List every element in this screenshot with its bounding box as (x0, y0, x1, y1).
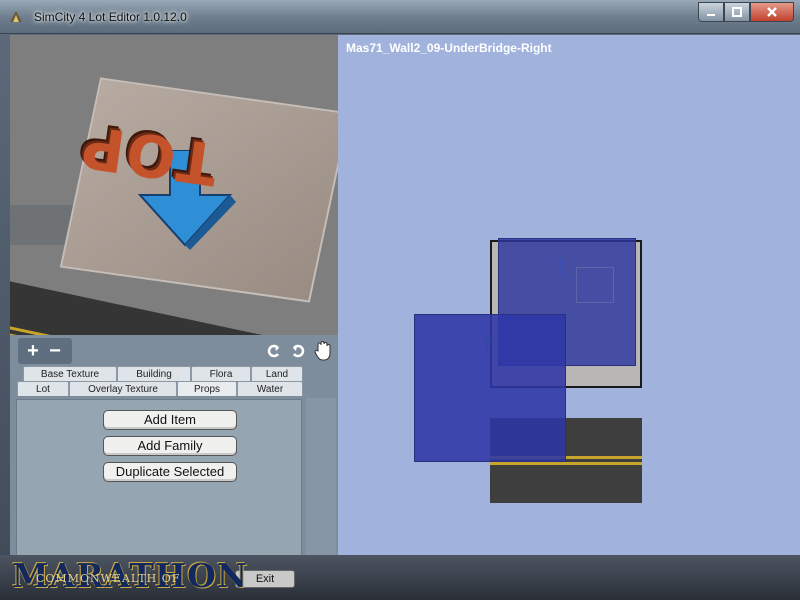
selected-prop-name: Mas71_Wall2_09-UnderBridge-Right (346, 41, 552, 55)
hand-icon[interactable] (314, 341, 332, 361)
title-bar[interactable]: SimCity 4 Lot Editor 1.0.12.0 (0, 0, 800, 34)
tab-overlay-texture[interactable]: Overlay Texture (69, 381, 177, 396)
window-title: SimCity 4 Lot Editor 1.0.12.0 (34, 10, 187, 24)
tab-building[interactable]: Building (117, 366, 191, 381)
prop-orientation-arrow-icon: ↑ (480, 327, 495, 360)
tab-land[interactable]: Land (251, 366, 303, 381)
tab-water[interactable]: Water (237, 381, 303, 396)
tab-lot[interactable]: Lot (17, 381, 69, 396)
minimize-icon[interactable] (698, 2, 724, 22)
panel-side-strip (306, 398, 336, 566)
lot-3d-preview[interactable]: TOP (10, 35, 338, 335)
zoom-out-button[interactable]: − (44, 340, 66, 362)
maximize-icon[interactable] (724, 2, 750, 22)
zoom-in-button[interactable]: + (22, 340, 44, 362)
rotate-ccw-icon[interactable] (266, 343, 282, 359)
watermark-subtitle: COMMONWEALTH OF (36, 572, 181, 585)
window-controls (698, 2, 794, 22)
tab-props[interactable]: Props (177, 381, 237, 396)
rotate-cw-icon[interactable] (290, 343, 306, 359)
prop-orientation-arrow-icon: ↑ (553, 249, 568, 282)
add-item-button[interactable]: Add Item (103, 410, 237, 430)
close-icon[interactable] (750, 2, 794, 22)
lot-2d-view[interactable]: Mas71_Wall2_09-UnderBridge-Right ↑ ↑ (338, 35, 800, 600)
category-tabs: Base Texture Building Flora Land Lot Ove… (17, 365, 303, 399)
tab-flora[interactable]: Flora (191, 366, 251, 381)
preview-toolbar: + − (18, 338, 336, 364)
simcity-app-icon (10, 11, 22, 22)
tab-base-texture[interactable]: Base Texture (23, 366, 117, 381)
prop-marker (576, 267, 614, 303)
duplicate-selected-button[interactable]: Duplicate Selected (103, 462, 237, 482)
props-tab-content: Add Item Add Family Duplicate Selected (16, 399, 302, 565)
add-family-button[interactable]: Add Family (103, 436, 237, 456)
tool-panel: + − Base Texture Building Flora Land Lot… (10, 335, 338, 575)
app-window: SimCity 4 Lot Editor 1.0.12.0 TOP Mas71_… (0, 0, 800, 600)
